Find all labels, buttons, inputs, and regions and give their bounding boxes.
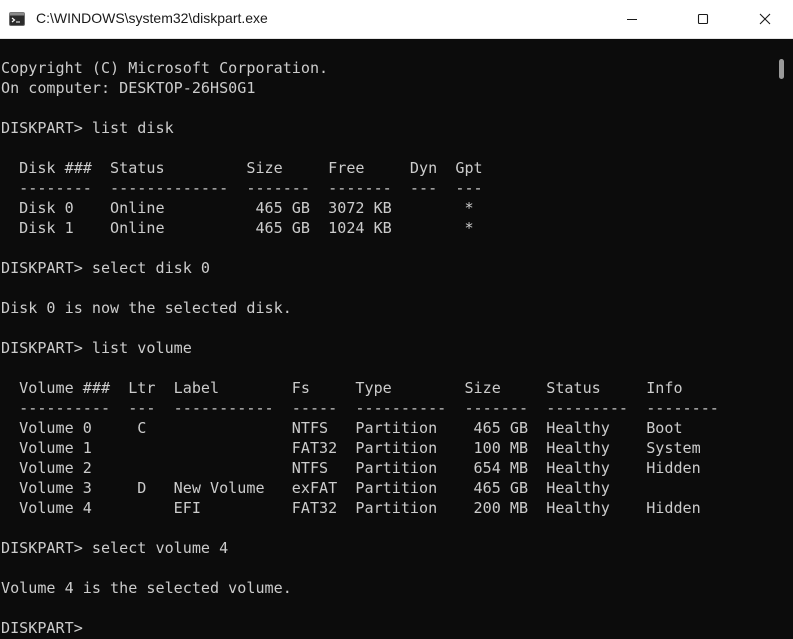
console-line: Disk 0 is now the selected disk.: [1, 299, 292, 317]
console-app-icon: [9, 12, 25, 26]
title-bar[interactable]: C:\WINDOWS\system32\diskpart.exe: [0, 0, 793, 39]
minimize-button[interactable]: [609, 0, 655, 38]
console-text: Copyright (C) Microsoft Corporation. On …: [1, 58, 719, 638]
vertical-scrollbar[interactable]: [775, 39, 793, 639]
console-line: On computer: DESKTOP-26HS0G1: [1, 79, 256, 97]
console-line: DISKPART> list disk: [1, 119, 174, 137]
window-title: C:\WINDOWS\system32\diskpart.exe: [36, 10, 268, 26]
console-line: DISKPART>: [1, 619, 92, 637]
minimize-icon: [627, 19, 637, 20]
console-line: -------- ------------- ------- ------- -…: [1, 179, 483, 197]
console-line: Volume ### Ltr Label Fs Type Size Status…: [1, 379, 683, 397]
console-line: DISKPART> select disk 0: [1, 259, 211, 277]
close-icon: [759, 13, 771, 25]
console-line: Disk 1 Online 465 GB 1024 KB *: [1, 219, 474, 237]
console-line: DISKPART> list volume: [1, 339, 192, 357]
scrollbar-thumb[interactable]: [779, 59, 784, 79]
diskpart-window: C:\WINDOWS\system32\diskpart.exe Copyrig…: [0, 0, 793, 639]
console-line: Volume 0 C NTFS Partition 465 GB Healthy…: [1, 419, 683, 437]
console-output-area[interactable]: Copyright (C) Microsoft Corporation. On …: [0, 39, 775, 639]
console-line: Copyright (C) Microsoft Corporation.: [1, 59, 329, 77]
console-line: ---------- --- ----------- ----- -------…: [1, 399, 719, 417]
console-line: Volume 4 is the selected volume.: [1, 579, 292, 597]
console-line: Volume 1 FAT32 Partition 100 MB Healthy …: [1, 439, 701, 457]
console-line: Disk ### Status Size Free Dyn Gpt: [1, 159, 483, 177]
maximize-icon: [697, 13, 709, 25]
console-line: Volume 2 NTFS Partition 654 MB Healthy H…: [1, 459, 701, 477]
close-button[interactable]: [737, 0, 793, 38]
maximize-button[interactable]: [680, 0, 726, 38]
console-line: Disk 0 Online 465 GB 3072 KB *: [1, 199, 474, 217]
console-line: DISKPART> select volume 4: [1, 539, 229, 557]
console-line: Volume 3 D New Volume exFAT Partition 46…: [1, 479, 610, 497]
console-line: Volume 4 EFI FAT32 Partition 200 MB Heal…: [1, 499, 701, 517]
